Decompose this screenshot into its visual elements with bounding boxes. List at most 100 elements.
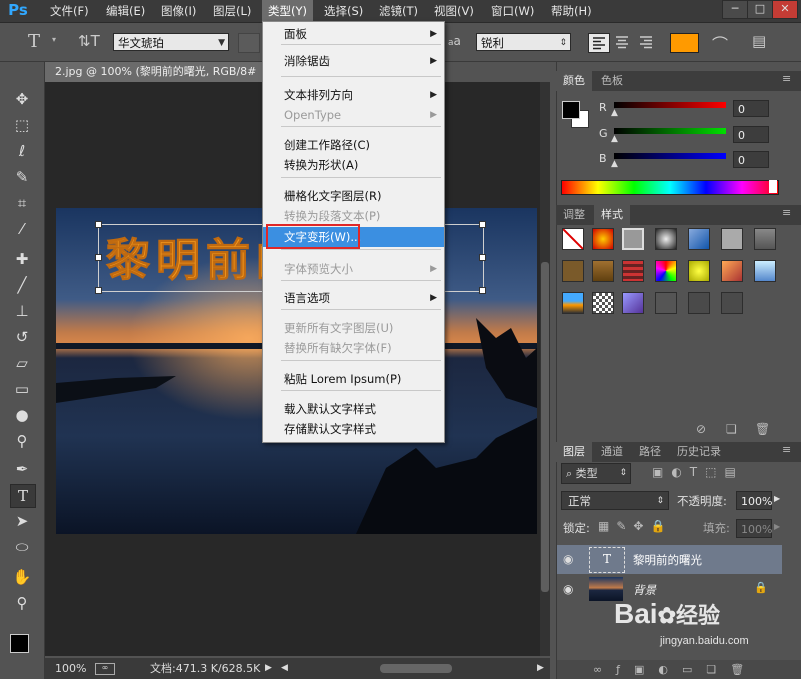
slider-thumb-icon[interactable]: ▲	[611, 108, 618, 118]
channel-b-value[interactable]: 0	[733, 151, 769, 168]
brush-tool-icon[interactable]: ╱	[10, 274, 34, 296]
dodge-tool-icon[interactable]: ⚲	[10, 430, 34, 452]
ellipse-tool-icon[interactable]: ⬭	[10, 536, 34, 558]
lock-icons[interactable]: ▦✎✥🔒	[598, 519, 672, 533]
type-menu-item[interactable]: 转换为形状(A)	[263, 155, 444, 175]
minimize-button[interactable]: ─	[722, 0, 748, 19]
panel-menu-icon[interactable]: ≡	[782, 206, 791, 219]
new-style-icon[interactable]: ❏	[726, 422, 737, 436]
move-tool-icon[interactable]: ✥	[10, 88, 34, 110]
tool-preset-arrow-icon[interactable]: ▾	[52, 35, 56, 44]
menu-layer[interactable]: 图层(L)	[207, 0, 257, 22]
type-tool-icon[interactable]: T	[10, 484, 36, 508]
style-swatch[interactable]	[622, 228, 644, 250]
style-swatch[interactable]	[655, 260, 677, 282]
transform-handle[interactable]	[95, 254, 102, 261]
menu-file[interactable]: 文件(F)	[44, 0, 95, 22]
style-swatch[interactable]	[721, 260, 743, 282]
type-menu-item[interactable]: 粘贴 Lorem Ipsum(P)	[263, 369, 444, 389]
channel-g-value[interactable]: 0	[733, 126, 769, 143]
menu-help[interactable]: 帮助(H)	[545, 0, 598, 22]
blend-mode-select[interactable]: 正常 ⇕	[561, 491, 669, 510]
character-panel-icon[interactable]: ▤	[752, 32, 766, 50]
clear-style-icon[interactable]: ⊘	[696, 422, 706, 436]
layer-filter-icons[interactable]: ▣◐T⬚▤	[652, 465, 744, 479]
style-swatch[interactable]	[562, 292, 584, 314]
transform-handle[interactable]	[95, 221, 102, 228]
menu-edit[interactable]: 编辑(E)	[100, 0, 151, 22]
type-menu-item[interactable]: 消除锯齿 ▶	[263, 51, 444, 71]
menu-select[interactable]: 选择(S)	[318, 0, 369, 22]
eyedropper-tool-icon[interactable]: ⁄	[10, 218, 34, 240]
layers-bottom-toolbar[interactable]: ∞ƒ▣◐▭❏🗑	[557, 660, 801, 679]
layer-name[interactable]: 背景	[633, 582, 656, 598]
layer-row-text[interactable]: ◉ T 黎明前的曙光	[557, 545, 782, 574]
transform-handle[interactable]	[95, 287, 102, 294]
healing-brush-tool-icon[interactable]: ✚	[10, 248, 34, 270]
channel-r-value[interactable]: 0	[733, 100, 769, 117]
maximize-button[interactable]: □	[747, 0, 773, 19]
fill-value[interactable]: 100%	[736, 519, 772, 538]
scroll-right-icon[interactable]: ▶	[537, 658, 544, 679]
slider-thumb-icon[interactable]: ▲	[611, 134, 618, 144]
layer-filter-select[interactable]: ⌕ 类型 ⇕	[561, 463, 631, 484]
menu-view[interactable]: 视图(V)	[428, 0, 480, 22]
menu-image[interactable]: 图像(I)	[155, 0, 202, 22]
panel-menu-icon[interactable]: ≡	[782, 443, 791, 456]
font-family-select[interactable]: 华文琥珀 ▼	[113, 33, 229, 51]
crop-tool-icon[interactable]: ⌗	[10, 192, 34, 214]
opacity-value[interactable]: 100%	[736, 491, 772, 510]
blur-tool-icon[interactable]: ●	[10, 404, 34, 426]
style-swatch[interactable]	[655, 292, 677, 314]
tab-swatches[interactable]: 色板	[594, 71, 630, 91]
type-menu-item[interactable]: 存储默认文字样式	[263, 419, 444, 439]
style-swatch[interactable]	[592, 260, 614, 282]
vertical-scroll-thumb[interactable]	[541, 262, 549, 592]
transform-handle[interactable]	[479, 287, 486, 294]
style-swatch[interactable]	[622, 260, 644, 282]
tab-channels[interactable]: 通道	[594, 442, 630, 462]
document-tab[interactable]: 2.jpg @ 100% (黎明前的曙光, RGB/8#	[45, 62, 275, 82]
color-fg-swatch[interactable]	[562, 101, 580, 119]
zoom-tool-icon[interactable]: ⚲	[10, 592, 34, 614]
text-color-swatch[interactable]	[670, 33, 699, 53]
menu-filter[interactable]: 滤镜(T)	[373, 0, 424, 22]
type-menu-item[interactable]: 面板 ▶	[263, 24, 444, 44]
close-button[interactable]: ✕	[772, 0, 798, 19]
fill-arrow-icon[interactable]: ▶	[774, 522, 780, 531]
style-swatch[interactable]	[622, 292, 644, 314]
style-swatch[interactable]	[688, 292, 710, 314]
slider-thumb-icon[interactable]: ▲	[611, 159, 618, 169]
type-menu-item[interactable]: 载入默认文字样式	[263, 399, 444, 419]
tab-color[interactable]: 颜色	[556, 71, 592, 91]
color-spectrum-bar[interactable]	[561, 180, 779, 195]
status-menu-icon[interactable]: ∞	[95, 663, 115, 675]
style-swatch[interactable]	[562, 260, 584, 282]
style-swatch[interactable]	[721, 292, 743, 314]
transform-handle[interactable]	[479, 221, 486, 228]
foreground-color-swatch[interactable]	[10, 634, 29, 653]
type-menu-item[interactable]: 创建工作路径(C)	[263, 135, 444, 155]
tab-adjustments[interactable]: 调整	[556, 205, 592, 225]
type-menu-item[interactable]: 语言选项 ▶	[263, 288, 444, 308]
style-swatch[interactable]	[688, 260, 710, 282]
menu-type[interactable]: 类型(Y)	[262, 0, 313, 22]
path-selection-tool-icon[interactable]: ➤	[10, 510, 34, 532]
scroll-left-icon[interactable]: ◀	[281, 658, 288, 679]
warp-text-icon[interactable]: ⌒	[712, 31, 728, 55]
panel-menu-icon[interactable]: ≡	[782, 72, 791, 85]
eye-icon[interactable]: ◉	[563, 582, 573, 596]
vertical-scrollbar[interactable]	[540, 82, 550, 656]
transform-handle[interactable]	[479, 254, 486, 261]
style-swatch[interactable]	[754, 260, 776, 282]
align-center-button[interactable]	[612, 33, 632, 51]
antialias-select[interactable]: 锐利 ⇕	[476, 33, 571, 51]
spectrum-white-chip[interactable]	[769, 180, 777, 193]
channel-g-slider[interactable]	[614, 128, 726, 134]
opacity-arrow-icon[interactable]: ▶	[774, 494, 780, 503]
pen-tool-icon[interactable]: ✒	[10, 458, 34, 480]
clone-stamp-tool-icon[interactable]: ⊥	[10, 300, 34, 322]
status-arrow-icon[interactable]: ▶	[265, 658, 272, 679]
history-brush-tool-icon[interactable]: ↺	[10, 326, 34, 348]
text-tool-icon[interactable]: T	[28, 31, 40, 52]
